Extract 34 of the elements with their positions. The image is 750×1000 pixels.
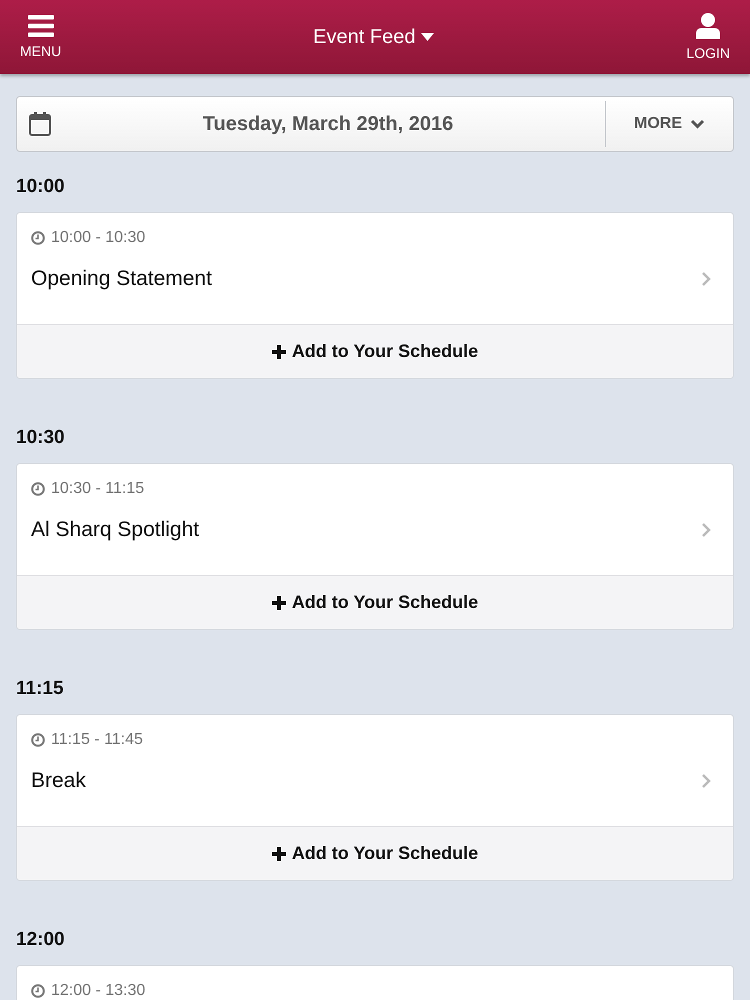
- user-icon: [696, 13, 720, 39]
- clock-icon: [31, 482, 45, 496]
- event-time: 10:30 - 11:15: [51, 480, 144, 498]
- time-heading: 10:30: [16, 426, 66, 450]
- clock-icon: [31, 733, 45, 747]
- event-time: 11:15 - 11:45: [51, 731, 143, 749]
- login-button[interactable]: LOGIN: [686, 13, 730, 61]
- event-card[interactable]: 10:00 - 10:30 Opening Statement Add to Your Schedule: [16, 212, 734, 379]
- add-to-schedule-button[interactable]: Add to Your Schedule: [17, 575, 733, 629]
- plus-icon: [272, 344, 286, 358]
- chevron-right-icon: [701, 522, 711, 538]
- event-title: Break: [31, 769, 86, 793]
- caret-icon: [421, 33, 434, 41]
- add-to-schedule-button[interactable]: Add to Your Schedule: [17, 324, 733, 378]
- clock-icon: [31, 231, 45, 245]
- time-heading: 11:15: [16, 677, 65, 701]
- menu-icon: [28, 15, 54, 37]
- event-time: 12:00 - 13:30: [51, 982, 146, 1000]
- event-card[interactable]: 12:00 - 13:30: [16, 965, 734, 1000]
- add-to-schedule-button[interactable]: Add to Your Schedule: [17, 826, 733, 880]
- event-card[interactable]: 10:30 - 11:15 Al Sharq Spotlight Add to Your Schedule: [16, 463, 734, 630]
- plus-icon: [272, 596, 286, 610]
- chevron-right-icon: [701, 773, 711, 789]
- plus-icon: [272, 846, 286, 860]
- chevron-right-icon: [701, 271, 711, 287]
- clock-icon: [31, 984, 45, 998]
- event-time: 10:00 - 10:30: [51, 229, 146, 247]
- time-heading: 10:00: [16, 175, 66, 199]
- menu-button[interactable]: MENU: [20, 15, 62, 59]
- event-title: Opening Statement: [31, 267, 212, 291]
- event-title: Al Sharq Spotlight: [31, 518, 200, 542]
- time-heading: 12:00: [16, 928, 66, 952]
- event-card[interactable]: 11:15 - 11:45 Break Add to Your Schedule: [16, 714, 734, 881]
- event-feed-dropdown[interactable]: Event Feed: [313, 26, 434, 48]
